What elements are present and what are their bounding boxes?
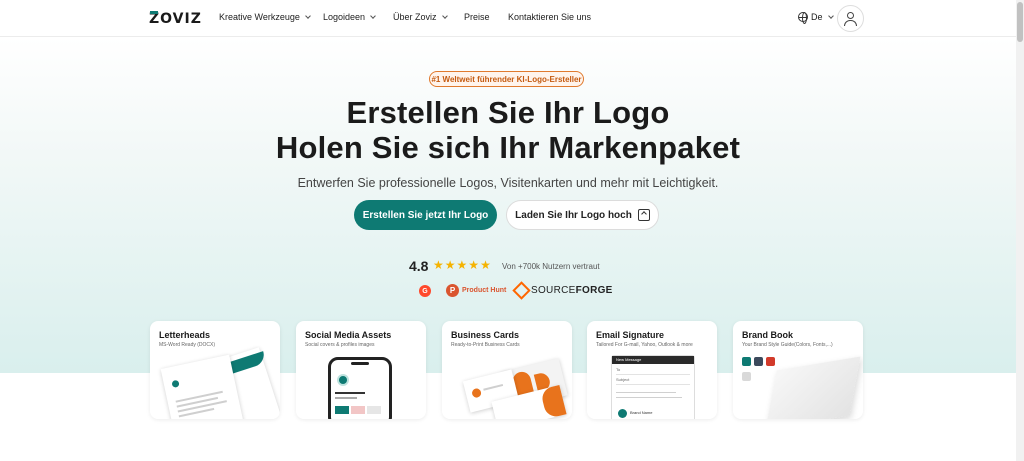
profile-name-line bbox=[335, 392, 365, 394]
upload-icon bbox=[637, 209, 650, 221]
post-tile bbox=[351, 406, 365, 414]
email-body-line bbox=[616, 392, 676, 393]
hero-title-line1: Erstellen Sie Ihr Logo bbox=[346, 95, 670, 130]
nav-kreative-werkzeuge[interactable]: Kreative Werkzeuge bbox=[219, 12, 311, 22]
g2-logo[interactable]: G bbox=[419, 285, 431, 297]
card-social-media-assets[interactable]: Social Media Assets Social covers & prof… bbox=[296, 321, 426, 419]
zoviz-logo[interactable]: ZOVIZ bbox=[149, 11, 202, 27]
phone-notch bbox=[351, 362, 369, 365]
card-subtitle: MS-Word Ready (DOCX) bbox=[159, 342, 216, 348]
post-tile bbox=[335, 406, 349, 414]
card-subtitle: Ready-to-Print Business Cards bbox=[451, 342, 520, 348]
color-swatch bbox=[742, 372, 751, 381]
chevron-down-icon bbox=[827, 12, 834, 19]
nav-item-label: Kontaktieren Sie uns bbox=[508, 12, 592, 22]
color-swatch bbox=[766, 357, 775, 366]
nav-item-label: Kreative Werkzeuge bbox=[219, 12, 300, 22]
email-field-line bbox=[616, 374, 690, 375]
email-to: To bbox=[616, 367, 621, 372]
star-icon: ★ bbox=[444, 258, 456, 272]
chevron-down-icon bbox=[305, 12, 311, 19]
email-new-message: New Message bbox=[616, 357, 642, 362]
user-account-button[interactable] bbox=[837, 5, 864, 32]
top-navbar: ZOVIZ Kreative Werkzeuge Logoideen Über … bbox=[0, 0, 1016, 37]
globe-icon bbox=[798, 12, 808, 24]
post-tile bbox=[367, 406, 381, 414]
user-icon-body bbox=[844, 20, 857, 26]
card-email-signature[interactable]: Email Signature Tailored For G-mail, Yah… bbox=[587, 321, 717, 419]
star-icon: ★ bbox=[468, 258, 480, 272]
star-icon: ★ bbox=[433, 258, 444, 272]
sourceforge-label-a: SOURCE bbox=[531, 285, 576, 296]
language-label: De bbox=[811, 12, 823, 22]
trust-text: Von +700k Nutzern vertraut bbox=[502, 262, 600, 271]
hero-badge: #1 Weltweit führender KI-Logo-Ersteller bbox=[429, 71, 584, 87]
card-subtitle: Social covers & profiles images bbox=[305, 342, 375, 348]
upload-logo-label: Laden Sie Ihr Logo hoch bbox=[515, 209, 632, 221]
sourceforge-label-b: FORGE bbox=[575, 285, 613, 296]
card-title: Brand Book bbox=[742, 330, 794, 340]
product-hunt-label: Product Hunt bbox=[462, 287, 507, 294]
card-subtitle: Your Brand Style Guide(Colors, Fonts,...… bbox=[742, 342, 833, 348]
card-logo bbox=[471, 387, 483, 399]
color-swatch bbox=[754, 357, 763, 366]
card-title: Email Signature bbox=[596, 330, 665, 340]
sourceforge-label: SOURCEFORGE bbox=[531, 285, 613, 296]
create-logo-button[interactable]: Erstellen Sie jetzt Ihr Logo bbox=[354, 200, 497, 230]
chevron-down-icon bbox=[370, 12, 376, 19]
email-header-bar: New Message bbox=[612, 356, 694, 364]
letterhead-logo bbox=[171, 379, 180, 389]
phone-preview bbox=[328, 357, 392, 419]
star-icon: ★ bbox=[480, 258, 491, 272]
star-icon: ★ bbox=[456, 258, 468, 272]
nav-kontakt[interactable]: Kontaktieren Sie uns bbox=[508, 12, 591, 22]
language-selector[interactable]: De bbox=[798, 12, 834, 24]
card-business-cards[interactable]: Business Cards Ready-to-Print Business C… bbox=[442, 321, 572, 419]
nav-ueber-zoviz[interactable]: Über Zoviz bbox=[393, 12, 448, 22]
email-field-line bbox=[616, 384, 690, 385]
email-subject: Subject bbox=[616, 377, 630, 382]
chevron-down-icon bbox=[441, 12, 448, 19]
rating-stars: ★ ★ ★ ★ ★ bbox=[433, 259, 491, 271]
profile-avatar bbox=[337, 374, 349, 386]
signature-name: Brand Name bbox=[630, 410, 653, 415]
rating-value: 4.8 bbox=[409, 258, 429, 274]
user-icon bbox=[847, 12, 854, 19]
color-swatch bbox=[742, 357, 751, 366]
nav-preise[interactable]: Preise bbox=[464, 12, 490, 22]
card-title: Social Media Assets bbox=[305, 330, 392, 340]
nav-item-label: Über Zoviz bbox=[393, 12, 437, 22]
profile-text-line bbox=[335, 397, 357, 399]
hero-title-line2: Holen Sie sich Ihr Markenpaket bbox=[275, 130, 741, 165]
scrollbar-thumb[interactable] bbox=[1017, 2, 1023, 42]
card-subtitle: Tailored For G-mail, Yahoo, Outlook & mo… bbox=[596, 342, 693, 348]
email-preview: New Message To Subject Brand Name bbox=[611, 355, 695, 419]
nav-logoideen[interactable]: Logoideen bbox=[323, 12, 376, 22]
product-hunt-icon[interactable]: P bbox=[446, 284, 459, 297]
card-line bbox=[483, 383, 504, 391]
brand-book-preview bbox=[765, 356, 861, 419]
signature-logo bbox=[618, 409, 627, 418]
card-title: Business Cards bbox=[451, 330, 520, 340]
nav-item-label: Preise bbox=[464, 12, 490, 22]
upload-logo-button[interactable]: Laden Sie Ihr Logo hoch bbox=[506, 200, 659, 230]
page-scrollbar[interactable] bbox=[1016, 0, 1024, 461]
card-letterheads[interactable]: Letterheads MS-Word Ready (DOCX) bbox=[150, 321, 280, 419]
card-brand-book[interactable]: Brand Book Your Brand Style Guide(Colors… bbox=[733, 321, 863, 419]
nav-item-label: Logoideen bbox=[323, 12, 366, 22]
email-body-line bbox=[616, 397, 682, 398]
card-title: Letterheads bbox=[159, 330, 211, 340]
hero-subtitle: Entwerfen Sie professionelle Logos, Visi… bbox=[297, 176, 719, 190]
